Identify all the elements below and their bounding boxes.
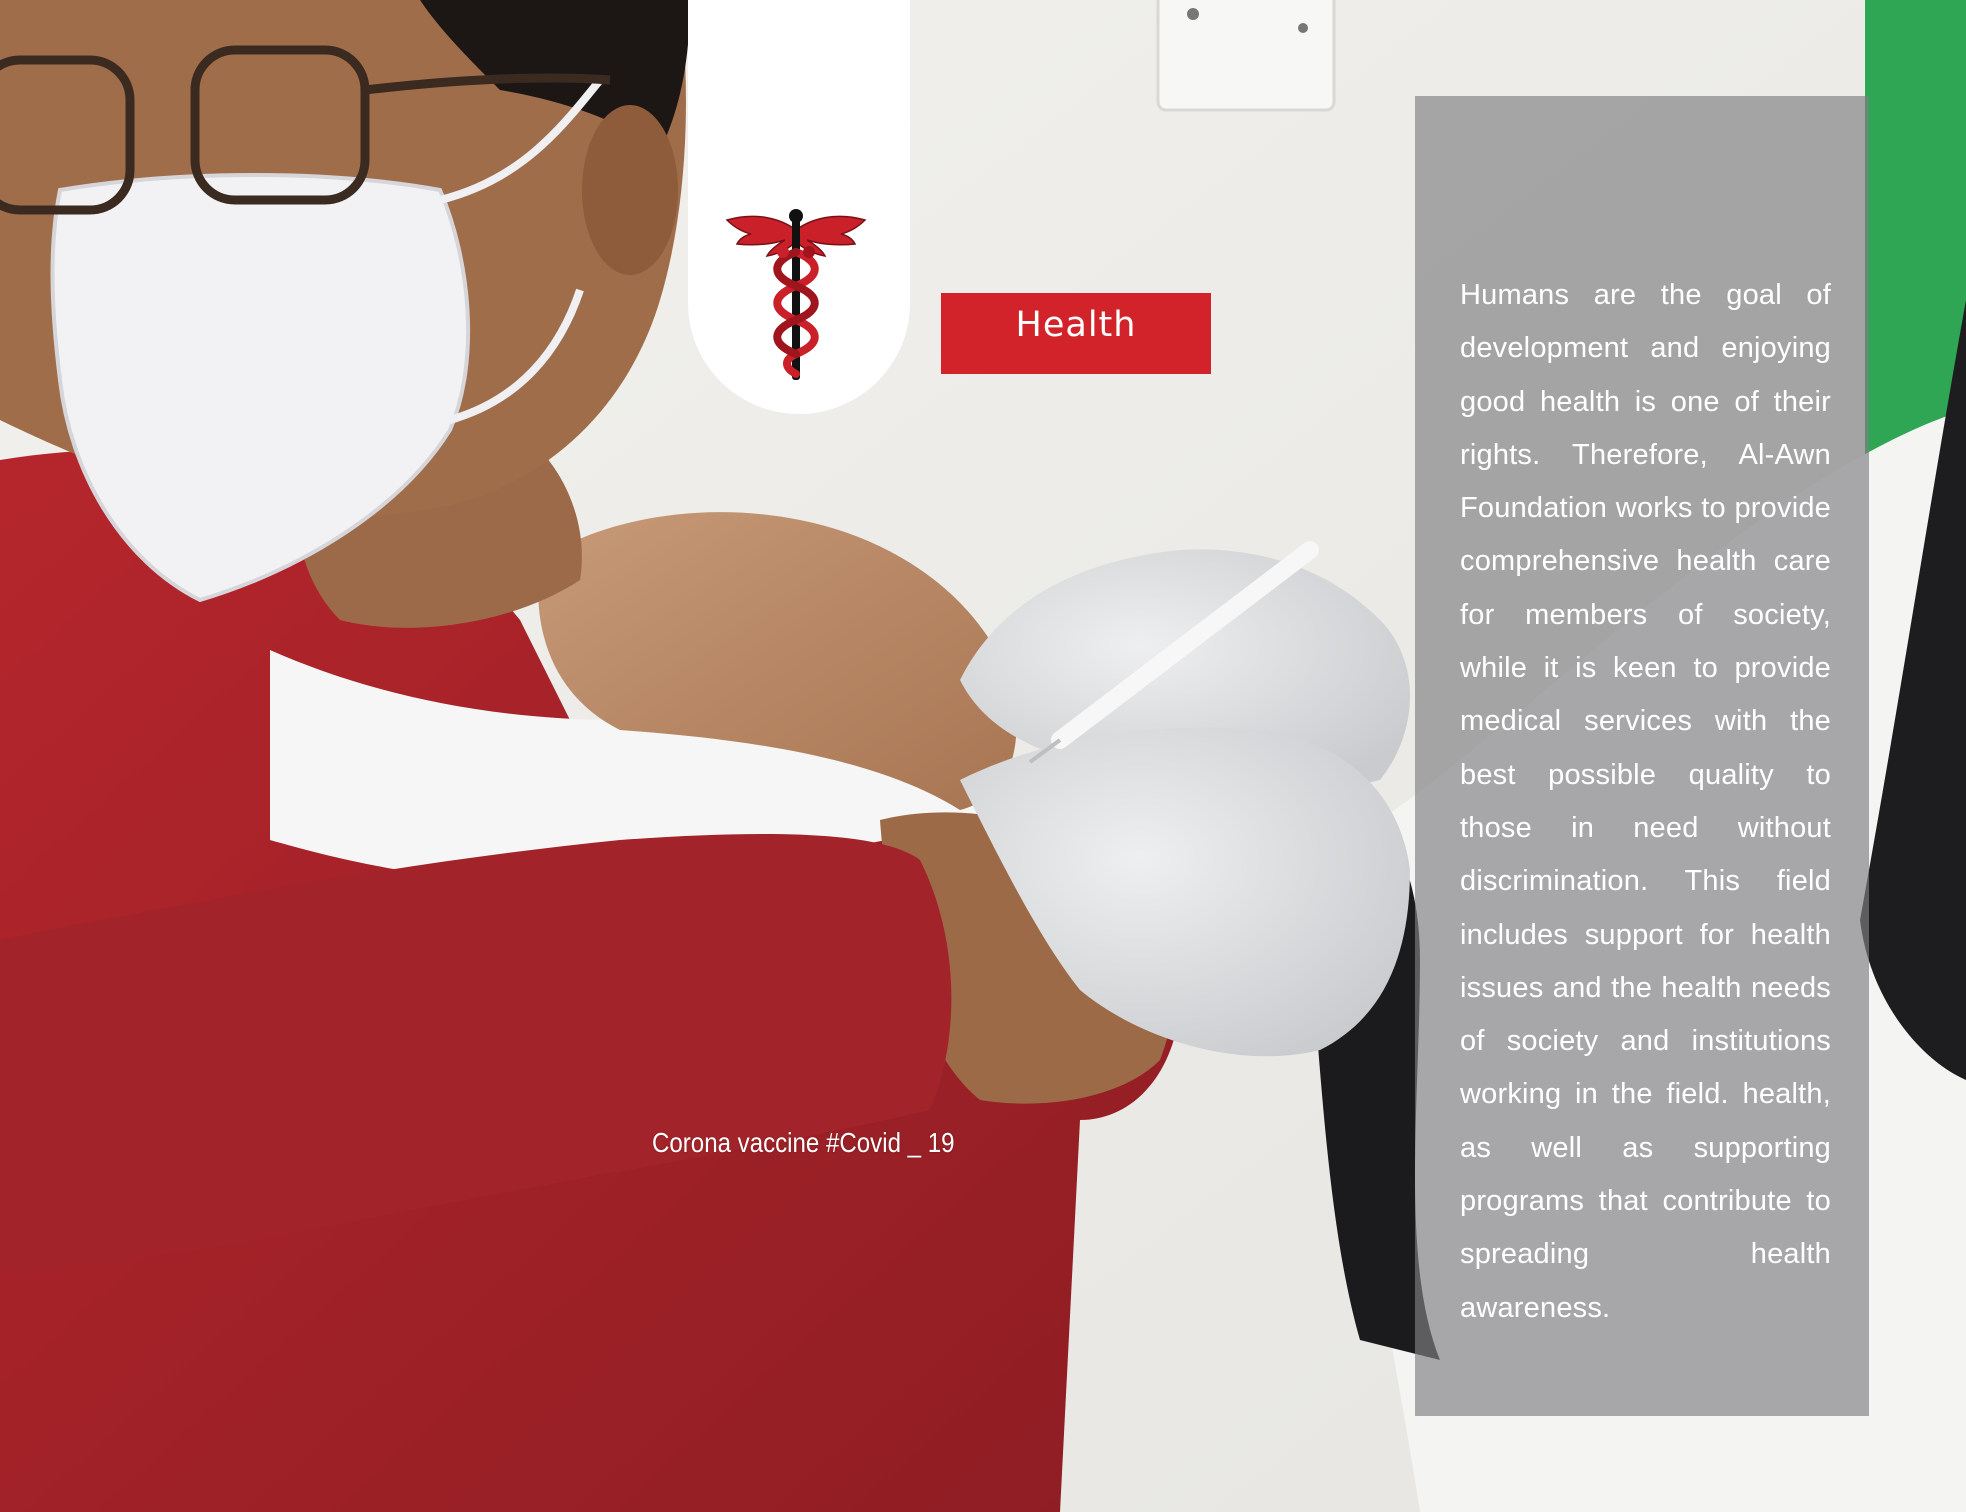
switch-screw [1298, 23, 1308, 33]
switch-screw [1187, 8, 1199, 20]
light-switch [1156, 0, 1336, 112]
caduceus-icon [725, 209, 867, 380]
section-label: Health [941, 293, 1211, 374]
description-text: Humans are the goal of development and e… [1460, 279, 1831, 1324]
photo-caption: Corona vaccine #Covid _ 19 [652, 1127, 955, 1158]
ear [582, 105, 678, 275]
brochure-page: Health Corona vaccine #Covid _ 19 Humans… [0, 0, 1966, 1512]
description-panel: Humans are the goal of development and e… [1415, 96, 1869, 1416]
